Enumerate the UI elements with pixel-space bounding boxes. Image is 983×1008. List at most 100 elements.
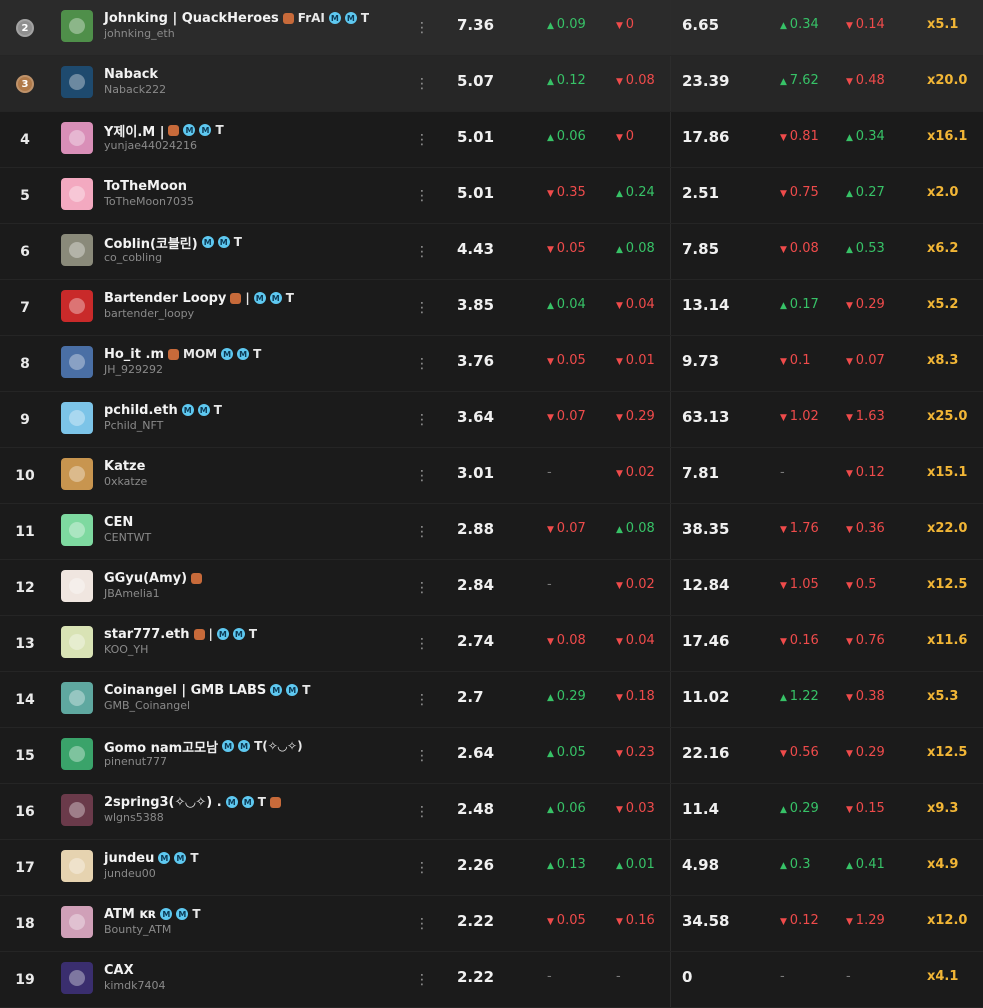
avatar[interactable] <box>61 850 93 882</box>
user-name-line[interactable]: ATM ᴋʀ M M T <box>104 905 201 923</box>
kebab-menu-icon[interactable]: ⋮ <box>414 112 430 168</box>
user-name[interactable]: Y제이.M | <box>104 121 164 140</box>
kebab-menu-icon[interactable]: ⋮ <box>414 840 430 896</box>
user-name[interactable]: CAX <box>104 963 134 978</box>
user-name[interactable]: star777.eth <box>104 627 190 642</box>
kebab-menu-icon[interactable]: ⋮ <box>414 896 430 952</box>
user-name[interactable]: CEN <box>104 515 133 530</box>
table-row[interactable]: 17 jundeu M M Tjundeu00 ⋮ 2.26 ▲ 0.13 ▲ 0.01 4.98… <box>0 840 983 896</box>
triangle-down-icon: ▼ <box>780 357 790 367</box>
avatar[interactable] <box>61 794 93 826</box>
user-name[interactable]: GGyu(Amy) <box>104 571 187 586</box>
change-value: 0.12 <box>855 465 885 480</box>
user-name-line[interactable]: star777.eth | M M T <box>104 625 257 643</box>
user-name-line[interactable]: Coinangel | GMB LABS M M T <box>104 681 310 699</box>
avatar[interactable] <box>61 458 93 490</box>
user-name-line[interactable]: Johnking | QuackHeroes FrAI M M T <box>104 9 369 27</box>
rank-number: 13 <box>15 636 35 652</box>
table-row[interactable]: 12 GGyu(Amy) JBAmelia1 ⋮ 2.84 - ▼ 0.02 12.84 ▼ 1… <box>0 560 983 616</box>
avatar[interactable] <box>61 962 93 994</box>
table-row[interactable]: 7 Bartender Loopy | M M Tbartender_loopy ⋮ 3.85… <box>0 280 983 336</box>
table-row[interactable]: 6 Coblin(코블린) M M Tco_cobling ⋮ 4.43 ▼ 0.05 ▲ 0.… <box>0 224 983 280</box>
kebab-menu-icon[interactable]: ⋮ <box>414 392 430 448</box>
change-cell: ▼ 0 <box>616 129 634 144</box>
user-name-line[interactable]: Y제이.M | M M T <box>104 121 224 140</box>
kebab-menu-icon[interactable]: ⋮ <box>414 504 430 560</box>
user-name[interactable]: ATM ᴋʀ <box>104 907 156 922</box>
table-row[interactable]: 11 CEN CENTWT ⋮ 2.88 ▼ 0.07 ▲ 0.08 38.35 ▼ 1.76 ▼… <box>0 504 983 560</box>
table-row[interactable]: 13 star777.eth | M M T KOO_YH ⋮ 2.74 ▼ 0.08 ▼ 0.04… <box>0 616 983 672</box>
avatar[interactable] <box>61 346 93 378</box>
avatar-figure <box>69 690 85 706</box>
change-value: 0.29 <box>625 409 655 424</box>
user-name-line[interactable]: Ho_it .m MOM M M T <box>104 345 261 363</box>
user-name-line[interactable]: Coblin(코블린) M M T <box>104 233 242 252</box>
kebab-menu-icon[interactable]: ⋮ <box>414 336 430 392</box>
triangle-down-icon: ▼ <box>616 749 626 759</box>
user-name[interactable]: Naback <box>104 67 158 82</box>
user-name[interactable]: Coinangel | GMB LABS <box>104 683 266 698</box>
kebab-menu-icon[interactable]: ⋮ <box>414 784 430 840</box>
user-name[interactable]: Gomo nam고모남 <box>104 737 218 756</box>
user-name[interactable]: jundeu <box>104 851 154 866</box>
table-row[interactable]: 14 Coinangel | GMB LABS M M T GMB_Coinangel ⋮ 2… <box>0 672 983 728</box>
user-name-line[interactable]: 2spring3(✧◡✧) .MMT <box>104 793 281 811</box>
user-name[interactable]: Bartender Loopy <box>104 291 226 306</box>
table-row[interactable]: 5 ToTheMoon ToTheMoon7035 ⋮ 5.01 ▼ 0.35 ▲ 0.24… <box>0 168 983 224</box>
user-name[interactable]: 2spring3(✧◡✧) . <box>104 795 222 810</box>
user-name-line[interactable]: Gomo nam고모남 M M T(✧◡✧) <box>104 737 303 756</box>
avatar[interactable] <box>61 178 93 210</box>
kebab-menu-icon[interactable]: ⋮ <box>414 616 430 672</box>
change-cell: ▲ 0.08 <box>616 521 655 536</box>
kebab-menu-icon[interactable]: ⋮ <box>414 728 430 784</box>
avatar[interactable] <box>61 906 93 938</box>
user-name[interactable]: Ho_it .m <box>104 347 164 362</box>
user-name[interactable]: ToTheMoon <box>104 179 187 194</box>
table-row[interactable]: 9 pchild.eth M M T Pchild_NFT ⋮ 3.64 ▼ 0.07 ▼ 0.2… <box>0 392 983 448</box>
score-primary: 5.07 <box>457 72 495 90</box>
avatar[interactable] <box>61 10 93 42</box>
user-name-line[interactable]: CAX <box>104 961 134 979</box>
user-name-line[interactable]: ToTheMoon <box>104 177 187 195</box>
table-row[interactable]: 2 Johnking | QuackHeroes FrAI M M Tjohnking_e… <box>0 0 983 56</box>
avatar[interactable] <box>61 66 93 98</box>
kebab-menu-icon[interactable]: ⋮ <box>414 168 430 224</box>
table-row[interactable]: 10 Katze 0xkatze ⋮ 3.01 - ▼ 0.02 7.81 - ▼ 0.12 x15… <box>0 448 983 504</box>
avatar[interactable] <box>61 570 93 602</box>
kebab-menu-icon[interactable]: ⋮ <box>414 0 430 56</box>
avatar-figure <box>69 354 85 370</box>
user-name-line[interactable]: pchild.eth M M T <box>104 401 222 419</box>
avatar[interactable] <box>61 290 93 322</box>
table-row[interactable]: 3 Naback Naback222 ⋮ 5.07 ▲ 0.12 ▼ 0.08 23.39 ▲ … <box>0 56 983 112</box>
user-name[interactable]: pchild.eth <box>104 403 178 418</box>
avatar[interactable] <box>61 738 93 770</box>
kebab-menu-icon[interactable]: ⋮ <box>414 448 430 504</box>
kebab-menu-icon[interactable]: ⋮ <box>414 56 430 112</box>
table-row[interactable]: 18 ATM ᴋʀ M M T Bounty_ATM ⋮ 2.22 ▼ 0.05 ▼ 0.16 34… <box>0 896 983 952</box>
avatar[interactable] <box>61 626 93 658</box>
kebab-menu-icon[interactable]: ⋮ <box>414 672 430 728</box>
user-name[interactable]: Coblin(코블린) <box>104 233 198 252</box>
user-name[interactable]: Johnking | QuackHeroes <box>104 11 279 26</box>
user-name-line[interactable]: Naback <box>104 65 158 83</box>
avatar[interactable] <box>61 234 93 266</box>
rank-cell: 3 <box>0 56 50 112</box>
kebab-menu-icon[interactable]: ⋮ <box>414 280 430 336</box>
table-row[interactable]: 8 Ho_it .m MOM M M T JH_929292 ⋮ 3.76 ▼ 0.05 ▼ 0.0… <box>0 336 983 392</box>
avatar[interactable] <box>61 122 93 154</box>
kebab-menu-icon[interactable]: ⋮ <box>414 224 430 280</box>
table-row[interactable]: 15 Gomo nam고모남 M M T(✧◡✧) pinenut777 ⋮ 2.64 ▲ 0.… <box>0 728 983 784</box>
kebab-menu-icon[interactable]: ⋮ <box>414 560 430 616</box>
avatar[interactable] <box>61 514 93 546</box>
user-name-line[interactable]: Bartender Loopy | M M T <box>104 289 294 307</box>
m-badge-icon: M <box>232 628 245 640</box>
table-row[interactable]: 4 Y제이.M | M M Tyunjae44024216 ⋮ 5.01 ▲ 0.06 ▼ 01… <box>0 112 983 168</box>
user-name-line[interactable]: CEN <box>104 513 133 531</box>
user-name-line[interactable]: jundeu M M T <box>104 849 199 867</box>
table-row[interactable]: 16 2spring3(✧◡✧) . M M Twlgns5388 ⋮ 2.48 ▲ 0.06… <box>0 784 983 840</box>
user-name-line[interactable]: GGyu(Amy) <box>104 569 203 587</box>
avatar[interactable] <box>61 682 93 714</box>
avatar[interactable] <box>61 402 93 434</box>
user-name-line[interactable]: Katze <box>104 457 145 475</box>
user-name[interactable]: Katze <box>104 459 145 474</box>
